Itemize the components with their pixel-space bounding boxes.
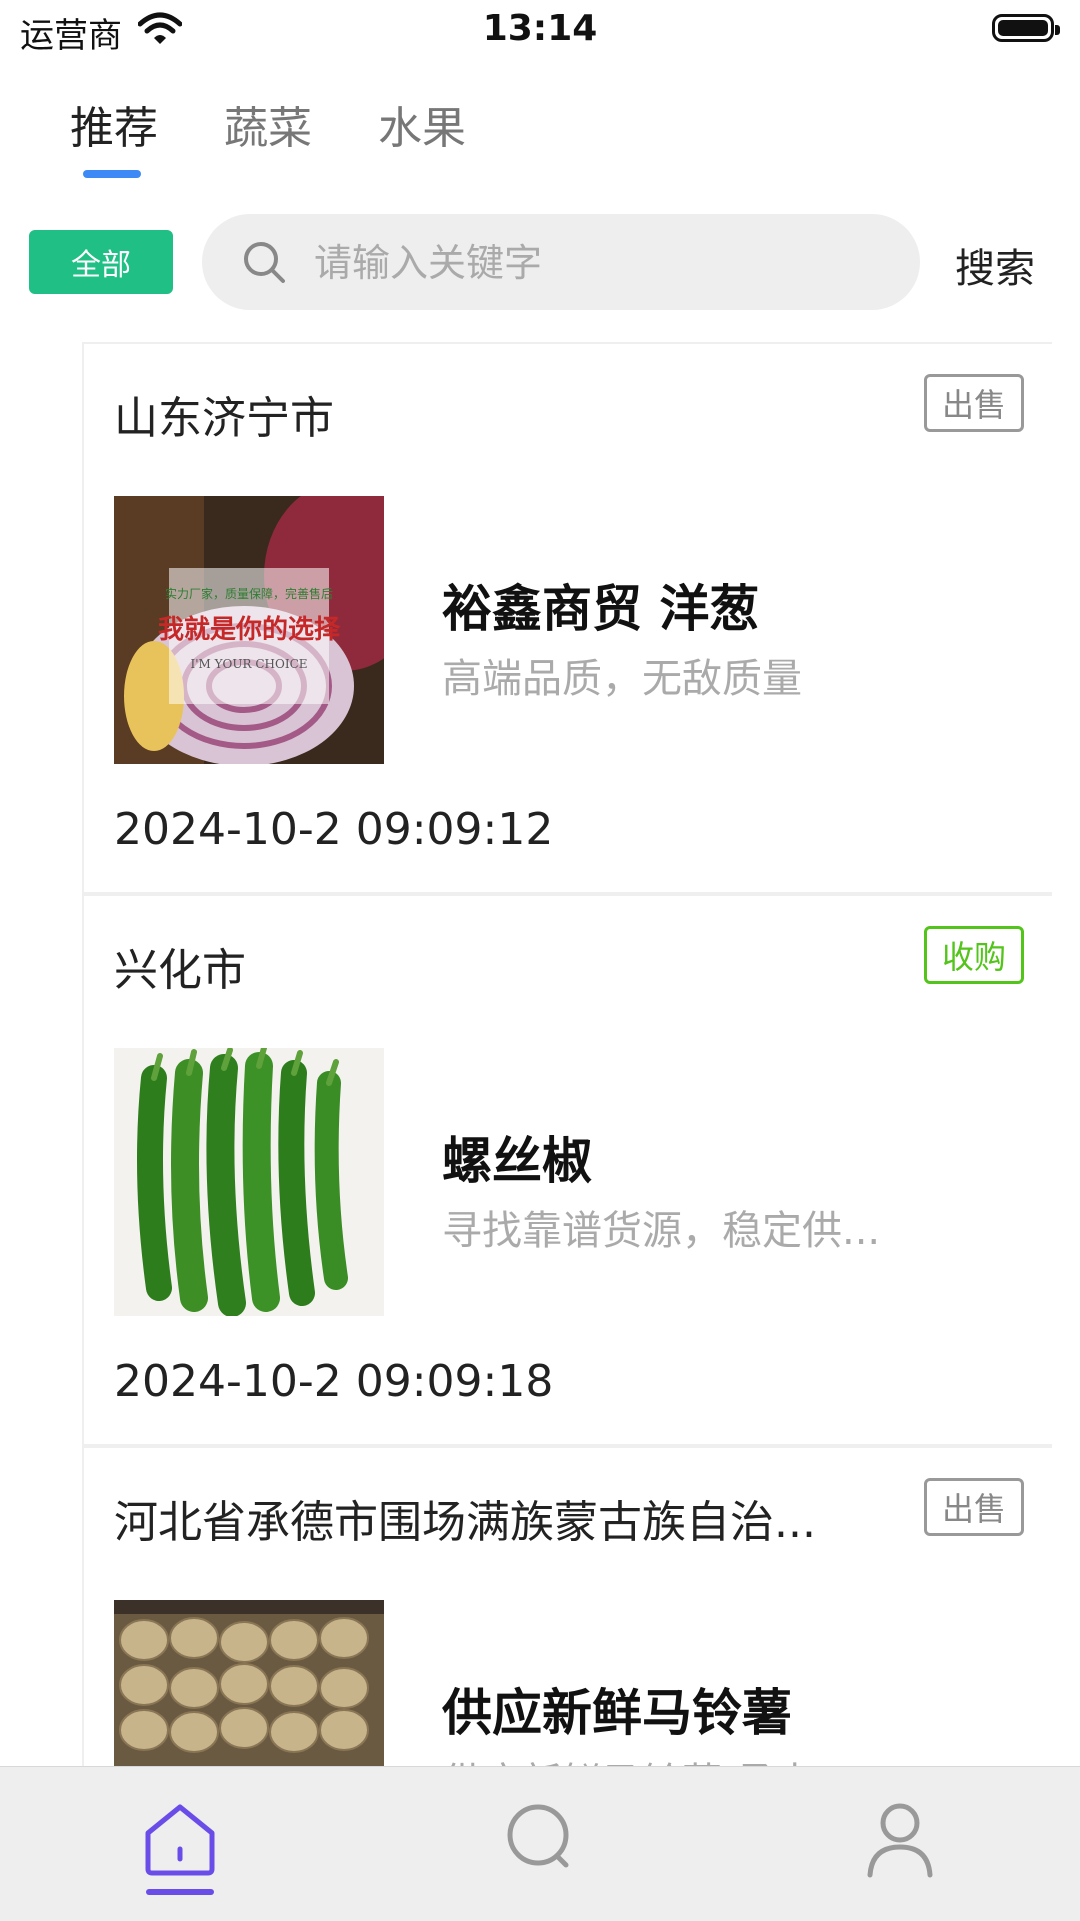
category-tabs: 推荐 蔬菜 水果 xyxy=(70,92,466,156)
listing-subtitle: 高端品质，无敌质量 xyxy=(442,656,802,702)
all-filter-button[interactable]: 全部 xyxy=(29,230,173,294)
home-icon[interactable] xyxy=(140,1799,220,1879)
listing-type-tag: 出售 xyxy=(924,1478,1024,1536)
active-nav-indicator xyxy=(146,1889,214,1895)
listing-type-tag: 出售 xyxy=(924,374,1024,432)
listing-time: 2024-10-2 09:09:18 xyxy=(114,1356,554,1407)
listing-title: 裕鑫商贸 洋葱 xyxy=(442,580,760,638)
active-tab-indicator xyxy=(83,170,141,178)
battery-icon xyxy=(992,14,1060,42)
listing-location: 山东济宁市 xyxy=(114,393,334,444)
listing-card[interactable]: 河北省承德市围场满族蒙古族自治... 出售 供应新鲜马铃薯 供应新鲜马铃薯 承杰 xyxy=(82,1446,1052,1767)
search-button[interactable]: 搜索 xyxy=(955,236,1035,294)
user-icon[interactable] xyxy=(860,1799,940,1879)
bottom-nav xyxy=(0,1766,1080,1921)
clock: 13:14 xyxy=(482,8,598,49)
listing-time: 2024-10-2 09:09:12 xyxy=(114,804,554,855)
search-bar xyxy=(202,214,920,310)
listing-card[interactable]: 山东济宁市 出售 实力厂家，质量保障，完善售后 我就是你的选择 I'M YOUR… xyxy=(82,342,1052,894)
listing-subtitle: 供应新鲜马铃薯 承杰 xyxy=(442,1750,815,1767)
image-caption-line2: 我就是你的选择 xyxy=(158,614,341,645)
listing-title: 螺丝椒 xyxy=(442,1132,592,1190)
tab-fruits[interactable]: 水果 xyxy=(378,92,466,156)
listing-subtitle: 寻找靠谱货源，稳定供... xyxy=(442,1208,881,1254)
image-caption-line1: 实力厂家，质量保障，完善售后 xyxy=(165,586,333,601)
tab-vegetables[interactable]: 蔬菜 xyxy=(224,92,312,156)
listing-location: 兴化市 xyxy=(114,945,246,996)
image-caption-line3: I'M YOUR CHOICE xyxy=(190,657,307,671)
listing-image xyxy=(114,1048,384,1316)
listing-type-tag: 收购 xyxy=(924,926,1024,984)
listing-title: 供应新鲜马铃薯 xyxy=(442,1684,792,1742)
listing-location: 河北省承德市围场满族蒙古族自治... xyxy=(114,1497,816,1548)
listing-image: 实力厂家，质量保障，完善售后 我就是你的选择 I'M YOUR CHOICE xyxy=(114,496,384,764)
listing-image xyxy=(114,1600,384,1767)
tab-recommend[interactable]: 推荐 xyxy=(70,92,158,156)
search-icon xyxy=(244,242,285,283)
listing-card[interactable]: 兴化市 收购 螺丝椒 寻找靠谱货源，稳定供... 2024-10-2 09:09… xyxy=(82,894,1052,1446)
status-bar: 运营商 13:14 xyxy=(0,0,1080,60)
search-icon[interactable] xyxy=(500,1799,580,1879)
search-input[interactable] xyxy=(312,232,896,294)
listing-list[interactable]: 山东济宁市 出售 实力厂家，质量保障，完善售后 我就是你的选择 I'M YOUR… xyxy=(82,342,1052,1767)
